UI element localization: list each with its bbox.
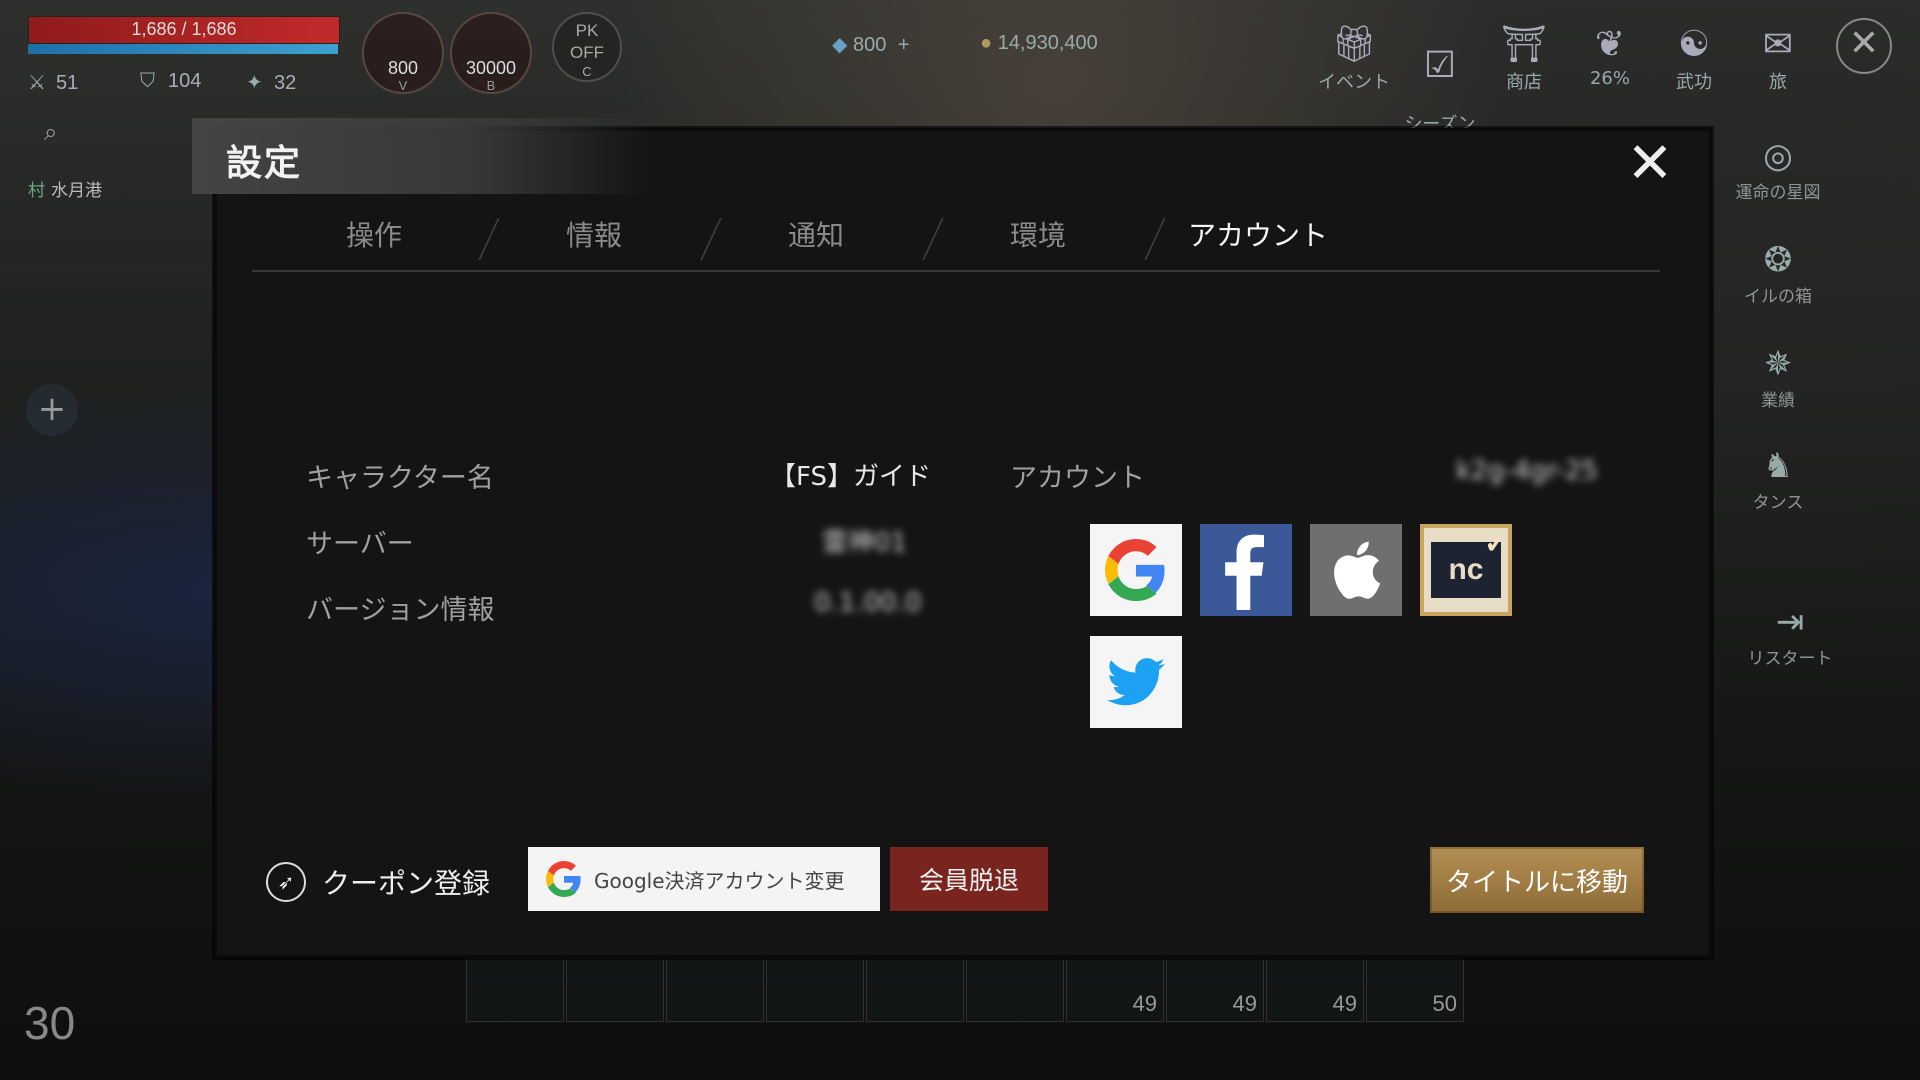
- attack-stat: ⚔ 51: [28, 72, 79, 94]
- defense-stat: ⛉ 104: [140, 70, 202, 92]
- tab-notifications[interactable]: 通知: [788, 214, 844, 254]
- twitter-icon: [1107, 658, 1165, 706]
- diamond-icon: ◆: [832, 34, 848, 56]
- shield-icon: ⛉: [140, 70, 155, 92]
- pk-toggle[interactable]: PK OFF C: [552, 12, 622, 82]
- potion-count: 800: [387, 58, 419, 78]
- server-value: 雷神01: [822, 528, 908, 558]
- menu-bag[interactable]: ❦ 26%: [1570, 22, 1650, 89]
- facebook-login-button[interactable]: [1200, 524, 1292, 616]
- google-pay-account-change-button[interactable]: Google決済アカウント変更: [528, 847, 880, 911]
- server-label: サーバー: [306, 529, 414, 560]
- add-icon[interactable]: +: [898, 34, 910, 56]
- search-icon[interactable]: ⌕: [44, 118, 57, 146]
- achievement-icon: ✵: [1763, 344, 1793, 384]
- account-value: k2g-4gr-25: [1456, 456, 1599, 486]
- hp-bar: 1,686 / 1,686: [28, 16, 340, 44]
- menu-restart[interactable]: ⇥ リスタート: [1740, 600, 1840, 669]
- star-icon: ✦: [246, 72, 263, 94]
- ncsoft-login-button[interactable]: nc ✓: [1420, 524, 1512, 616]
- star-chart-icon: ◎: [1763, 136, 1793, 176]
- hotbar-slot[interactable]: 49: [1266, 952, 1364, 1022]
- go-to-title-button[interactable]: タイトルに移動: [1430, 847, 1644, 913]
- hotbar-slot[interactable]: [666, 952, 764, 1022]
- hotbar-slot[interactable]: [966, 952, 1064, 1022]
- location: 村水月港: [28, 176, 102, 201]
- character-level: 30: [24, 997, 76, 1049]
- withdraw-membership-button[interactable]: 会員脱退: [890, 847, 1048, 911]
- restart-icon: ⇥: [1775, 602, 1805, 642]
- tab-separator: [700, 218, 722, 260]
- coupon-label: クーポン登録: [322, 867, 491, 900]
- diamond-currency[interactable]: ◆ 800 +: [832, 32, 910, 57]
- account-label: アカウント: [1010, 463, 1145, 494]
- facebook-icon: [1225, 534, 1264, 610]
- potion-slot-b[interactable]: 30000 B: [450, 12, 532, 94]
- crossed-swords-icon: ⚔: [28, 72, 46, 94]
- menu-box[interactable]: ❂ イルの箱: [1728, 238, 1828, 307]
- add-icon[interactable]: +: [26, 384, 78, 436]
- hotbar-slot[interactable]: 49: [1066, 952, 1164, 1022]
- apple-icon: [1334, 541, 1381, 599]
- mp-bar: [28, 44, 338, 54]
- settings-tabs: 操作 情報 通知 環境 アカウント: [252, 212, 1660, 272]
- potion-count: 30000: [465, 58, 517, 78]
- potion-key: V: [398, 78, 408, 93]
- ncsoft-icon: nc ✓: [1431, 527, 1509, 598]
- menu-wardrobe[interactable]: ♞ タンス: [1728, 444, 1828, 513]
- checkmark-icon: ✓: [1483, 527, 1509, 560]
- google-icon: [1105, 539, 1165, 601]
- menu-star-chart[interactable]: ◎ 運命の星図: [1728, 134, 1828, 203]
- bag-icon: ❦: [1594, 24, 1626, 65]
- google-icon: [546, 861, 581, 897]
- character-name-label: キャラクター名: [306, 463, 494, 494]
- wardrobe-icon: ♞: [1762, 446, 1794, 486]
- box-icon: ❂: [1763, 240, 1793, 280]
- gift-icon: 🎁︎: [1331, 24, 1377, 65]
- close-icon[interactable]: ✕: [1620, 136, 1680, 196]
- apple-login-button[interactable]: [1310, 524, 1402, 616]
- tab-account[interactable]: アカウント: [1188, 214, 1328, 254]
- location-tag: 村: [28, 181, 45, 201]
- character-name-value: 【FS】ガイド: [770, 462, 932, 492]
- hotbar-slot[interactable]: 49: [1166, 952, 1264, 1022]
- menu-martial[interactable]: ☯ 武功: [1654, 22, 1734, 94]
- coin-icon: ●: [980, 32, 993, 54]
- dialog-title: 設定: [226, 143, 303, 184]
- menu-achievement[interactable]: ✵ 業績: [1728, 342, 1828, 411]
- potion-key: B: [486, 78, 496, 93]
- tab-info[interactable]: 情報: [566, 214, 622, 254]
- tab-environment[interactable]: 環境: [1010, 214, 1066, 254]
- google-login-button[interactable]: [1090, 524, 1182, 616]
- martial-icon: ☯: [1677, 24, 1711, 65]
- hotbar-slot[interactable]: 50: [1366, 952, 1464, 1022]
- tab-separator: [922, 218, 944, 260]
- location-name: 水月港: [51, 181, 102, 201]
- tab-separator: [1144, 218, 1166, 260]
- menu-event[interactable]: 🎁︎ イベント: [1314, 22, 1394, 94]
- menu-shop[interactable]: ⛩ 商店: [1484, 22, 1564, 94]
- hotbar-slot[interactable]: [466, 952, 564, 1022]
- journey-icon: ✉: [1762, 24, 1794, 65]
- hp-text: 1,686 / 1,686: [131, 19, 237, 39]
- hotbar-slot[interactable]: [766, 952, 864, 1022]
- menu-journey[interactable]: ✉ 旅: [1738, 22, 1818, 94]
- shop-icon: ⛩: [1501, 24, 1547, 65]
- hotbar: 49 49 49 50: [466, 952, 1464, 1022]
- season-pass-icon: ☑: [1423, 45, 1457, 86]
- hotbar-slot[interactable]: [866, 952, 964, 1022]
- close-menu-icon[interactable]: ✕: [1836, 18, 1892, 74]
- version-value: 0.1.00.0: [814, 588, 922, 618]
- coupon-register[interactable]: ➶ クーポン登録: [266, 862, 490, 902]
- potion-slot-v[interactable]: 800 V: [362, 12, 444, 94]
- google-pay-label: Google決済アカウント変更: [594, 868, 845, 893]
- gold-currency: ● 14,930,400: [980, 32, 1098, 54]
- version-label: バージョン情報: [306, 595, 495, 626]
- coupon-icon: ➶: [266, 862, 306, 902]
- tab-separator: [478, 218, 500, 260]
- twitter-login-button[interactable]: [1090, 636, 1182, 728]
- tab-controls[interactable]: 操作: [346, 214, 402, 254]
- hotbar-slot[interactable]: [566, 952, 664, 1022]
- evasion-stat: ✦ 32: [246, 72, 297, 94]
